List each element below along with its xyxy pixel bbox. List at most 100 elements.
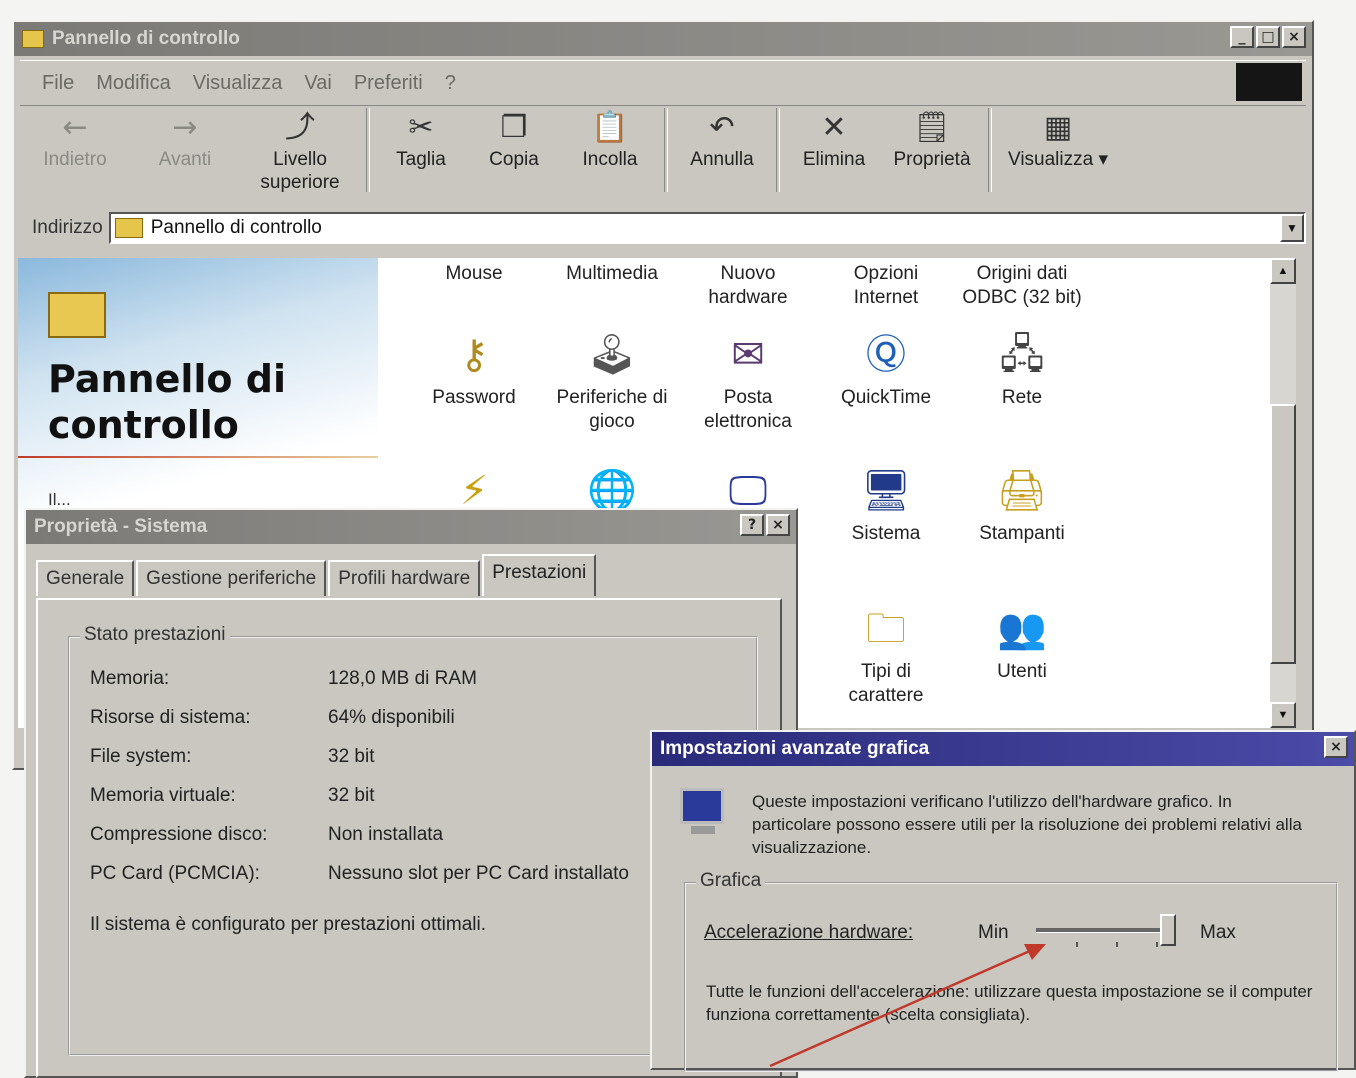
group-label: Stato prestazioni <box>80 624 230 646</box>
copy-button[interactable]: ❐ Copia <box>466 108 562 171</box>
applet-mail[interactable]: ✉ Posta elettronica <box>680 328 816 434</box>
applet-mouse[interactable]: Mouse <box>404 262 544 286</box>
menu-file[interactable]: File <box>42 72 74 95</box>
chevron-down-icon[interactable]: ▼ <box>1280 214 1304 242</box>
close-icon[interactable]: × <box>1324 736 1348 758</box>
forward-button[interactable]: → Avanti <box>130 108 240 171</box>
dialog-controls: × <box>1322 736 1348 758</box>
address-input[interactable]: Pannello di controllo ▼ <box>108 212 1306 244</box>
network-icon: 🖧 <box>999 332 1045 378</box>
pc-card-label: PC Card (PCMCIA): <box>90 863 260 884</box>
window-controls: _ □ × <box>1228 26 1306 48</box>
menu-help[interactable]: ? <box>445 72 456 95</box>
filesystem-value: 32 bit <box>328 746 375 767</box>
applet-printers[interactable]: 🖨 Stampanti <box>952 464 1092 546</box>
scroll-down-icon[interactable]: ▼ <box>1270 702 1296 728</box>
undo-icon: ↶ <box>709 110 735 145</box>
cut-button[interactable]: ✂ Taglia <box>376 108 466 171</box>
quicktime-icon: Ⓠ <box>866 332 906 378</box>
applet-odbc[interactable]: Origini dati ODBC (32 bit) <box>952 262 1092 310</box>
close-icon[interactable]: × <box>766 514 790 536</box>
applet-password[interactable]: ⚷ Password <box>404 328 544 410</box>
dialog-controls: ? × <box>738 514 790 536</box>
slider-min-label: Min <box>978 922 1009 943</box>
hw-acceleration-label: Accelerazione hardware: <box>704 922 914 943</box>
printer-folder-icon: 🖨 <box>996 468 1048 514</box>
computer-icon: 🖥 <box>860 468 912 514</box>
applet-quicktime[interactable]: Ⓠ QuickTime <box>816 328 956 410</box>
maximize-icon[interactable]: □ <box>1256 26 1280 48</box>
back-button[interactable]: ← Indietro <box>20 108 130 171</box>
menu-favorites[interactable]: Preferiti <box>354 72 423 95</box>
tab-general[interactable]: Generale <box>36 560 135 596</box>
applet-network[interactable]: 🖧 Rete <box>952 328 1092 410</box>
dialog-title: Proprietà - Sistema <box>34 516 208 537</box>
users-icon: 👥 <box>997 606 1047 652</box>
scissors-icon: ✂ <box>408 110 434 145</box>
tab-performance[interactable]: Prestazioni <box>482 554 597 596</box>
delete-x-icon: ✕ <box>821 110 847 145</box>
properties-button[interactable]: 🗒 Proprietà <box>882 108 982 171</box>
view-grid-icon: ▦ <box>1043 110 1073 145</box>
resources-value: 64% disponibili <box>328 707 455 728</box>
slider-max-label: Max <box>1200 922 1236 943</box>
scroll-up-icon[interactable]: ▲ <box>1270 258 1296 284</box>
resources-label: Risorse di sistema: <box>90 707 251 728</box>
address-value: Pannello di controllo <box>150 217 322 238</box>
graphics-dialog-title: Impostazioni avanzate grafica <box>660 738 930 759</box>
tab-hardware-profiles[interactable]: Profili hardware <box>328 560 481 596</box>
slider-thumb[interactable] <box>1160 914 1176 946</box>
back-arrow-icon: ← <box>62 110 88 145</box>
status-message: Il sistema è configurato per prestazioni… <box>90 914 487 935</box>
control-panel-folder-icon <box>48 292 106 338</box>
graphics-settings-dialog: Impostazioni avanzate grafica × Queste i… <box>650 730 1356 1072</box>
virtual-memory-label: Memoria virtuale: <box>90 785 236 806</box>
monitor-icon <box>680 788 726 838</box>
window-title: Pannello di controllo <box>52 28 240 49</box>
windows-logo-icon <box>1236 63 1302 101</box>
minimize-icon[interactable]: _ <box>1230 26 1254 48</box>
menu-edit[interactable]: Modifica <box>96 72 170 95</box>
keys-icon: ⚷ <box>459 332 489 378</box>
tab-device-manager[interactable]: Gestione periferiche <box>136 560 327 596</box>
view-button[interactable]: ▦ Visualizza ▾ <box>998 108 1118 171</box>
graphics-description: Queste impostazioni verificano l'utilizz… <box>752 792 1302 857</box>
up-level-button[interactable]: ⤴ Livello superiore <box>240 108 360 194</box>
memory-label: Memoria: <box>90 668 170 689</box>
hw-acceleration-slider[interactable] <box>1036 912 1176 952</box>
graphics-dialog-titlebar[interactable]: Impostazioni avanzate grafica × <box>652 732 1354 766</box>
delete-button[interactable]: ✕ Elimina <box>786 108 882 171</box>
applet-new-hardware[interactable]: Nuovo hardware <box>680 262 816 310</box>
undo-button[interactable]: ↶ Annulla <box>674 108 770 171</box>
mail-icon: ✉ <box>731 332 765 378</box>
help-icon[interactable]: ? <box>740 514 764 536</box>
close-icon[interactable]: × <box>1282 26 1306 48</box>
slider-track <box>1036 928 1176 933</box>
scroll-thumb[interactable] <box>1270 404 1296 664</box>
toolbar-separator <box>366 108 370 192</box>
tab-strip: Generale Gestione periferiche Profili ha… <box>36 554 598 596</box>
paste-button[interactable]: 📋 Incolla <box>562 108 658 171</box>
applet-users[interactable]: 👥 Utenti <box>952 602 1092 684</box>
menu-go[interactable]: Vai <box>304 72 331 95</box>
slider-hint: Tutte le funzioni dell'accelerazione: ut… <box>706 982 1313 1024</box>
toolbar-separator <box>664 108 668 192</box>
toolbar-separator <box>776 108 780 192</box>
pc-card-value: Nessuno slot per PC Card installato <box>328 863 629 884</box>
applet-internet-options[interactable]: Opzioni Internet <box>816 262 956 310</box>
vertical-scrollbar[interactable]: ▲ ▼ <box>1270 258 1296 728</box>
menu-view[interactable]: Visualizza <box>193 72 283 95</box>
applet-multimedia[interactable]: Multimedia <box>542 262 682 286</box>
copy-icon: ❐ <box>500 110 528 145</box>
system-properties-titlebar[interactable]: Proprietà - Sistema ? × <box>26 510 796 544</box>
applet-game-controllers[interactable]: 🕹 Periferiche di gioco <box>542 328 682 434</box>
joystick-icon: 🕹 <box>586 332 638 378</box>
applet-system[interactable]: 🖥 Sistema <box>816 464 956 546</box>
folder-icon <box>114 218 143 238</box>
properties-icon: 🗒 <box>912 110 952 145</box>
memory-value: 128,0 MB di RAM <box>328 668 477 689</box>
panel-subtext: Il... <box>48 490 71 509</box>
up-folder-icon: ⤴ <box>285 110 315 145</box>
control-panel-titlebar[interactable]: Pannello di controllo _ □ × <box>14 22 1312 56</box>
applet-fonts[interactable]: 🗀 Tipi di carattere <box>816 602 956 708</box>
